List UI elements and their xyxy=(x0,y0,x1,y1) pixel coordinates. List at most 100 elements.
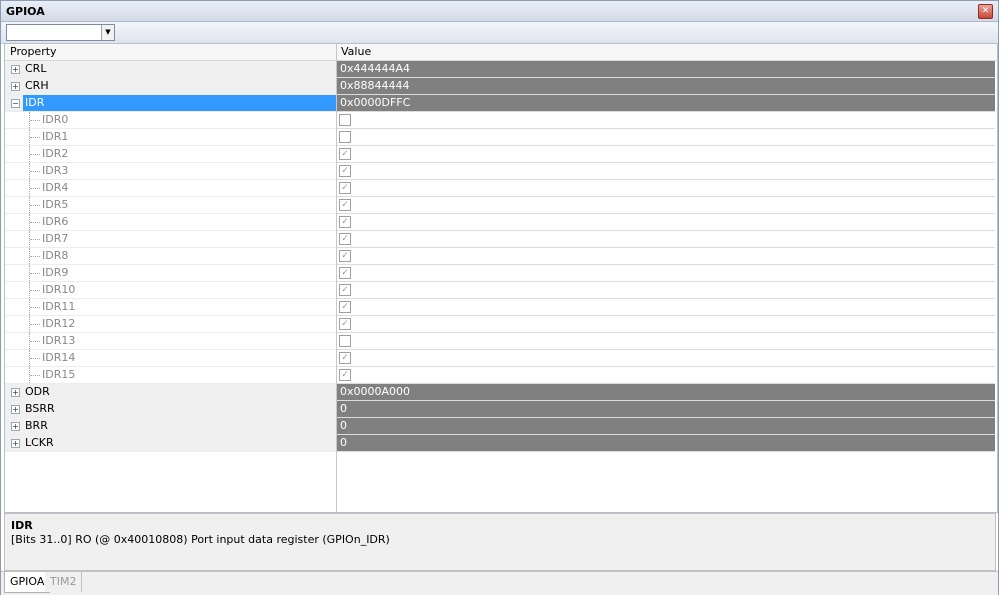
bit-checkbox[interactable] xyxy=(339,114,351,126)
close-icon[interactable]: ✕ xyxy=(978,4,993,19)
bit-checkbox[interactable]: ✓ xyxy=(339,216,351,228)
expand-icon[interactable]: + xyxy=(11,439,20,448)
expand-icon[interactable]: + xyxy=(11,388,20,397)
property-cell[interactable]: IDR2 xyxy=(5,146,336,163)
value-cell[interactable] xyxy=(337,333,995,350)
bit-row[interactable]: IDR12 ✓ xyxy=(5,316,997,333)
bit-row[interactable]: IDR15 ✓ xyxy=(5,367,997,384)
property-cell[interactable]: IDR1 xyxy=(5,129,336,146)
property-cell[interactable]: IDR14 xyxy=(5,350,336,367)
bit-checkbox[interactable] xyxy=(339,131,351,143)
bit-row[interactable]: IDR14 ✓ xyxy=(5,350,997,367)
value-cell[interactable]: 0x0000DFFC xyxy=(337,95,995,112)
value-cell[interactable]: ✓ xyxy=(337,248,995,265)
bit-checkbox[interactable] xyxy=(339,335,351,347)
property-cell[interactable]: IDR12 xyxy=(5,316,336,333)
expand-icon[interactable]: + xyxy=(11,65,20,74)
bit-checkbox[interactable]: ✓ xyxy=(339,318,351,330)
expand-icon[interactable]: + xyxy=(11,405,20,414)
value-cell[interactable]: 0 xyxy=(337,401,995,418)
value-cell[interactable]: 0x88844444 xyxy=(337,78,995,95)
property-cell[interactable]: IDR15 xyxy=(5,367,336,384)
property-cell[interactable]: IDR9 xyxy=(5,265,336,282)
value-cell[interactable]: ✓ xyxy=(337,180,995,197)
column-divider[interactable] xyxy=(336,44,337,512)
register-row[interactable]: + ODR 0x0000A000 xyxy=(5,384,997,401)
view-select[interactable]: ▼ xyxy=(6,24,115,41)
property-cell[interactable]: IDR11 xyxy=(5,299,336,316)
bit-checkbox[interactable]: ✓ xyxy=(339,369,351,381)
bit-checkbox[interactable]: ✓ xyxy=(339,301,351,313)
register-row[interactable]: + BRR 0 xyxy=(5,418,997,435)
property-cell[interactable]: IDR13 xyxy=(5,333,336,350)
bit-checkbox[interactable]: ✓ xyxy=(339,284,351,296)
value-cell[interactable]: ✓ xyxy=(337,231,995,248)
bit-row[interactable]: IDR8 ✓ xyxy=(5,248,997,265)
value-cell[interactable]: ✓ xyxy=(337,367,995,384)
value-cell[interactable] xyxy=(337,129,995,146)
bit-checkbox[interactable]: ✓ xyxy=(339,250,351,262)
bit-checkbox[interactable]: ✓ xyxy=(339,233,351,245)
value-cell[interactable]: ✓ xyxy=(337,350,995,367)
register-row[interactable]: + CRH 0x88844444 xyxy=(5,78,997,95)
value-cell[interactable]: ✓ xyxy=(337,282,995,299)
value-cell[interactable]: ✓ xyxy=(337,146,995,163)
bit-checkbox[interactable]: ✓ xyxy=(339,267,351,279)
bit-row[interactable]: IDR5 ✓ xyxy=(5,197,997,214)
value-cell[interactable]: ✓ xyxy=(337,265,995,282)
value-cell[interactable]: ✓ xyxy=(337,214,995,231)
property-cell[interactable]: IDR10 xyxy=(5,282,336,299)
bit-checkbox[interactable]: ✓ xyxy=(339,199,351,211)
expand-icon[interactable]: + xyxy=(11,422,20,431)
property-cell[interactable]: IDR6 xyxy=(5,214,336,231)
value-cell[interactable]: 0x444444A4 xyxy=(337,61,995,78)
property-cell[interactable]: + LCKR xyxy=(5,435,336,452)
bit-checkbox[interactable]: ✓ xyxy=(339,165,351,177)
bit-row[interactable]: IDR1 xyxy=(5,129,997,146)
bit-row[interactable]: IDR9 ✓ xyxy=(5,265,997,282)
property-cell[interactable]: − IDR xyxy=(5,95,336,112)
bit-row[interactable]: IDR0 xyxy=(5,112,997,129)
value-cell[interactable]: ✓ xyxy=(337,316,995,333)
tab-tim2[interactable]: TIM2 xyxy=(45,572,83,592)
bit-checkbox[interactable]: ✓ xyxy=(339,352,351,364)
bit-row[interactable]: IDR7 ✓ xyxy=(5,231,997,248)
collapse-icon[interactable]: − xyxy=(11,99,20,108)
value-cell[interactable] xyxy=(337,112,995,129)
register-value: 0x444444A4 xyxy=(340,62,411,75)
property-cell[interactable]: IDR5 xyxy=(5,197,336,214)
register-row[interactable]: + LCKR 0 xyxy=(5,435,997,452)
chevron-down-icon[interactable]: ▼ xyxy=(101,25,114,40)
property-cell[interactable]: + ODR xyxy=(5,384,336,401)
tab-gpioa[interactable]: GPIOA xyxy=(4,572,51,593)
bit-row[interactable]: IDR3 ✓ xyxy=(5,163,997,180)
value-cell[interactable]: ✓ xyxy=(337,299,995,316)
property-cell[interactable]: + BRR xyxy=(5,418,336,435)
register-row[interactable]: − IDR 0x0000DFFC xyxy=(5,95,997,112)
expand-icon[interactable]: + xyxy=(11,82,20,91)
bit-row[interactable]: IDR11 ✓ xyxy=(5,299,997,316)
property-cell[interactable]: IDR4 xyxy=(5,180,336,197)
property-cell[interactable]: IDR7 xyxy=(5,231,336,248)
bit-name: IDR2 xyxy=(42,147,69,160)
bit-checkbox[interactable]: ✓ xyxy=(339,148,351,160)
register-row[interactable]: + CRL 0x444444A4 xyxy=(5,61,997,78)
value-cell[interactable]: ✓ xyxy=(337,197,995,214)
register-row[interactable]: + BSRR 0 xyxy=(5,401,997,418)
bit-row[interactable]: IDR6 ✓ xyxy=(5,214,997,231)
value-cell[interactable]: 0 xyxy=(337,418,995,435)
bit-row[interactable]: IDR10 ✓ xyxy=(5,282,997,299)
bit-row[interactable]: IDR2 ✓ xyxy=(5,146,997,163)
property-cell[interactable]: + CRH xyxy=(5,78,336,95)
property-cell[interactable]: IDR8 xyxy=(5,248,336,265)
bit-checkbox[interactable]: ✓ xyxy=(339,182,351,194)
bit-row[interactable]: IDR4 ✓ xyxy=(5,180,997,197)
property-cell[interactable]: IDR0 xyxy=(5,112,336,129)
value-cell[interactable]: 0x0000A000 xyxy=(337,384,995,401)
property-cell[interactable]: + CRL xyxy=(5,61,336,78)
bit-row[interactable]: IDR13 xyxy=(5,333,997,350)
property-cell[interactable]: + BSRR xyxy=(5,401,336,418)
value-cell[interactable]: ✓ xyxy=(337,163,995,180)
property-cell[interactable]: IDR3 xyxy=(5,163,336,180)
value-cell[interactable]: 0 xyxy=(337,435,995,452)
